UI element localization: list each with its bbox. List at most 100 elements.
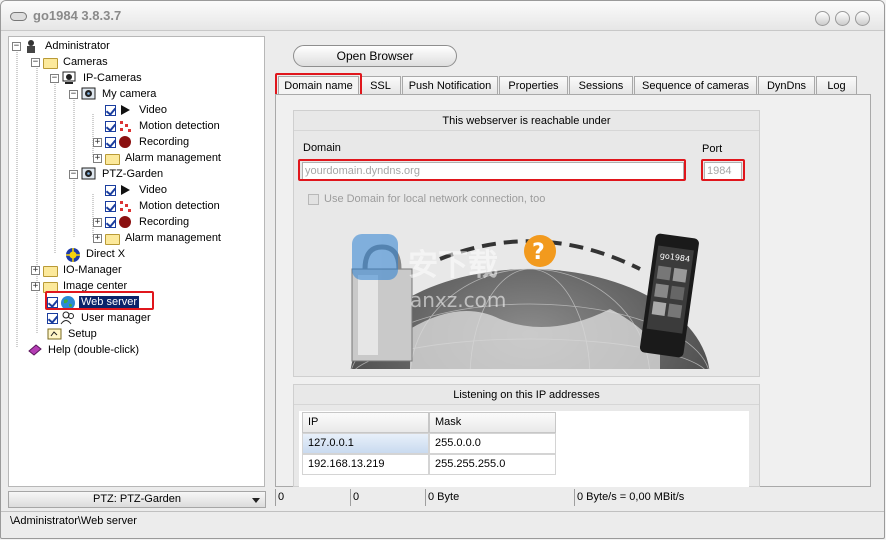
expand-icon[interactable]: + — [31, 265, 40, 275]
column-header-mask[interactable]: Mask — [429, 412, 556, 433]
use-domain-checkbox[interactable] — [308, 193, 319, 205]
tree-item-alarm-management[interactable]: + Alarm management — [93, 230, 223, 246]
collapse-icon[interactable]: − — [69, 169, 78, 179]
status-bar: \Administrator\Web server — [1, 511, 884, 530]
expand-icon[interactable]: + — [31, 281, 40, 291]
maximize-button[interactable] — [835, 11, 850, 26]
app-icon — [10, 12, 27, 21]
help-book-icon — [27, 343, 43, 357]
enabled-checkbox[interactable] — [105, 120, 116, 132]
ip-table: IP Mask 127.0.0.1 255.0.0.0 192.168.13.2… — [299, 411, 749, 487]
tab-properties[interactable]: Properties — [499, 76, 568, 95]
tree-item-video[interactable]: Video — [105, 102, 169, 118]
enabled-checkbox[interactable] — [47, 312, 58, 324]
webserver-illustration: ? go1984 安下载 anxz.com — [350, 233, 710, 369]
close-button[interactable] — [855, 11, 870, 26]
collapse-icon[interactable]: − — [69, 89, 78, 99]
collapse-icon[interactable]: − — [31, 57, 40, 67]
table-cell-mask[interactable]: 255.0.0.0 — [429, 433, 556, 454]
setup-icon — [47, 327, 63, 341]
expand-icon[interactable]: + — [93, 233, 102, 243]
column-header-ip[interactable]: IP — [302, 412, 429, 433]
enabled-checkbox[interactable] — [105, 184, 116, 196]
folder-icon — [43, 265, 58, 277]
domain-group-header: This webserver is reachable under — [294, 111, 759, 131]
tab-push-notification[interactable]: Push Notification — [402, 76, 498, 95]
domain-label: Domain — [303, 142, 341, 154]
tree-item-motion-detection[interactable]: Motion detection — [105, 198, 222, 214]
navigation-tree: − Administrator − Cameras − IP-Cameras − My … — [8, 36, 265, 487]
table-cell-ip[interactable]: 192.168.13.219 — [302, 454, 429, 475]
highlight-web-server — [45, 291, 154, 310]
stat-field-1: 0 — [275, 489, 349, 506]
highlight-domain-tab — [275, 73, 362, 96]
expand-icon[interactable]: + — [93, 153, 102, 163]
tree-item-user-manager[interactable]: User manager — [47, 310, 153, 326]
highlight-domain-field — [298, 159, 686, 181]
tree-item-recording[interactable]: + Recording — [93, 214, 191, 230]
tree-item-ptz-garden[interactable]: − PTZ-Garden — [69, 166, 165, 182]
play-icon — [118, 103, 134, 117]
tree-item-alarm-management[interactable]: + Alarm management — [93, 150, 223, 166]
svg-text:?: ? — [532, 240, 545, 265]
motion-icon — [118, 199, 134, 213]
tab-log[interactable]: Log — [816, 76, 857, 95]
tree-item-video[interactable]: Video — [105, 182, 169, 198]
camera-icon — [81, 87, 97, 101]
status-path: \Administrator\Web server — [10, 515, 137, 527]
collapse-icon[interactable]: − — [50, 73, 59, 83]
ip-group-header: Listening on this IP addresses — [294, 385, 759, 405]
port-label: Port — [702, 143, 723, 155]
tree-item-ip-cameras[interactable]: − IP-Cameras — [50, 70, 144, 86]
stat-field-3: 0 Byte — [425, 489, 573, 506]
collapse-icon[interactable]: − — [12, 41, 21, 51]
directx-icon — [65, 247, 81, 262]
watermark-main-text: 安下载 — [408, 248, 498, 283]
folder-icon — [105, 153, 120, 165]
camera-group-icon — [62, 71, 78, 85]
chevron-down-icon — [252, 498, 260, 503]
camera-select[interactable]: PTZ: PTZ-Garden — [8, 491, 266, 508]
tree-item-setup[interactable]: Setup — [47, 326, 99, 342]
domain-group: This webserver is reachable under Domain… — [293, 110, 760, 377]
highlight-port-field — [701, 159, 745, 181]
tree-item-motion-detection[interactable]: Motion detection — [105, 118, 222, 134]
use-domain-local-option[interactable]: Use Domain for local network connection,… — [308, 193, 545, 205]
tree-item-administrator[interactable]: − Administrator — [12, 38, 112, 54]
tree-item-my-camera[interactable]: − My camera — [69, 86, 158, 102]
expand-icon[interactable]: + — [93, 137, 102, 147]
record-icon — [118, 215, 134, 229]
enabled-checkbox[interactable] — [105, 216, 116, 228]
tab-ssl[interactable]: SSL — [360, 76, 401, 95]
folder-icon — [105, 233, 120, 245]
camera-icon — [81, 167, 97, 181]
tab-sessions[interactable]: Sessions — [569, 76, 633, 95]
table-cell-mask[interactable]: 255.255.255.0 — [429, 454, 556, 475]
tree-item-io-manager[interactable]: + IO-Manager — [31, 262, 124, 278]
users-icon — [60, 311, 76, 325]
stat-field-2: 0 — [350, 489, 424, 506]
motion-icon — [118, 119, 134, 133]
tab-sequence-of-cameras[interactable]: Sequence of cameras — [634, 76, 757, 95]
folder-icon — [43, 57, 58, 69]
window-title: go1984 3.8.3.7 — [33, 8, 122, 23]
play-icon — [118, 183, 134, 197]
tab-dyndns[interactable]: DynDns — [758, 76, 815, 95]
tree-item-cameras[interactable]: − Cameras — [31, 54, 110, 70]
table-cell-ip[interactable]: 127.0.0.1 — [302, 433, 429, 454]
expand-icon[interactable]: + — [93, 217, 102, 227]
tree-item-recording[interactable]: + Recording — [93, 134, 191, 150]
record-icon — [118, 135, 134, 149]
minimize-button[interactable] — [815, 11, 830, 26]
enabled-checkbox[interactable] — [105, 136, 116, 148]
stat-field-4: 0 Byte/s = 0,00 MBit/s — [574, 489, 798, 506]
user-icon — [24, 39, 40, 53]
enabled-checkbox[interactable] — [105, 104, 116, 116]
enabled-checkbox[interactable] — [105, 200, 116, 212]
open-browser-button[interactable]: Open Browser — [293, 45, 457, 67]
tree-item-help[interactable]: Help (double-click) — [27, 342, 141, 358]
app-window: go1984 3.8.3.7 − Administrator − Cameras −… — [0, 0, 885, 539]
tree-item-direct-x[interactable]: Direct X — [65, 246, 127, 262]
title-bar: go1984 3.8.3.7 — [1, 1, 884, 31]
watermark-sub-text: anxz.com — [410, 288, 506, 312]
